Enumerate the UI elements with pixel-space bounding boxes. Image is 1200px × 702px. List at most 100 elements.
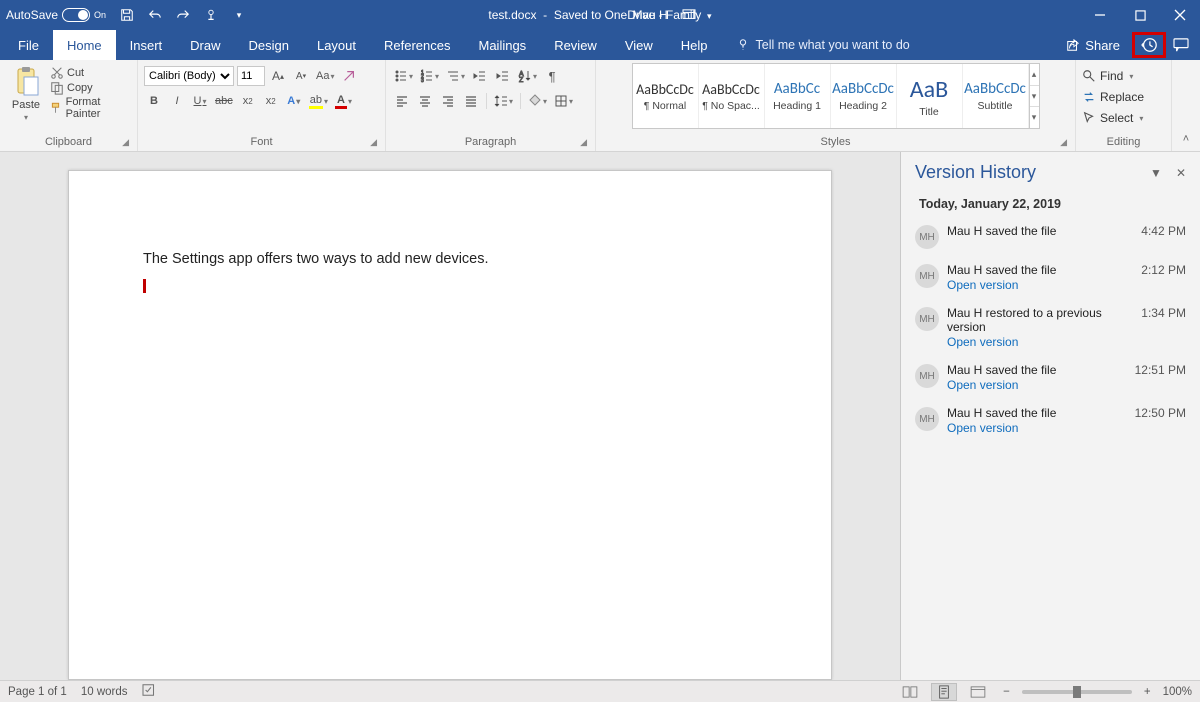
select-button[interactable]: Select▾ [1082, 108, 1144, 128]
redo-icon[interactable] [172, 4, 194, 26]
styles-scroll[interactable]: ▴▾▾ [1029, 64, 1039, 128]
highlight-color-icon[interactable]: ab [307, 91, 330, 111]
underline-button[interactable]: U [190, 91, 210, 111]
shading-icon[interactable] [526, 91, 549, 111]
bullets-icon[interactable] [392, 66, 415, 86]
comments-icon[interactable] [1170, 34, 1192, 56]
open-version-link[interactable]: Open version [947, 278, 1186, 292]
save-icon[interactable] [116, 4, 138, 26]
shrink-font-icon[interactable]: A▾ [291, 66, 311, 86]
tell-me-search[interactable]: Tell me what you want to do [722, 30, 924, 60]
style-no-spacing[interactable]: AaBbCcDc¶ No Spac... [699, 64, 765, 128]
borders-icon[interactable] [552, 91, 575, 111]
zoom-in-button[interactable]: + [1140, 686, 1155, 698]
font-color-icon[interactable]: A [333, 91, 354, 111]
touch-mode-icon[interactable] [200, 4, 222, 26]
paragraph-launcher-icon[interactable]: ◢ [580, 137, 587, 148]
style-normal[interactable]: AaBbCcDc¶ Normal [633, 64, 699, 128]
line-spacing-icon[interactable] [492, 91, 515, 111]
maximize-button[interactable] [1120, 0, 1160, 30]
autosave-toggle[interactable]: AutoSave On [6, 8, 106, 22]
tab-help[interactable]: Help [667, 30, 722, 60]
zoom-slider[interactable] [1022, 690, 1132, 694]
version-entry[interactable]: MHMau H saved the file12:51 PMOpen versi… [911, 356, 1190, 399]
strikethrough-button[interactable]: abc [213, 91, 235, 111]
style-title[interactable]: AaBTitle [897, 64, 963, 128]
autosave-pill[interactable] [62, 8, 90, 22]
italic-button[interactable]: I [167, 91, 187, 111]
styles-launcher-icon[interactable]: ◢ [1060, 137, 1067, 148]
tab-layout[interactable]: Layout [303, 30, 370, 60]
open-version-link[interactable]: Open version [947, 378, 1186, 392]
version-entry[interactable]: MHMau H saved the file2:12 PMOpen versio… [911, 256, 1190, 299]
style-heading-2[interactable]: AaBbCcDcHeading 2 [831, 64, 897, 128]
version-action: Mau H saved the file [947, 263, 1056, 277]
print-layout-icon[interactable] [931, 683, 957, 701]
font-launcher-icon[interactable]: ◢ [370, 137, 377, 148]
zoom-out-button[interactable]: − [999, 686, 1014, 698]
web-layout-icon[interactable] [965, 683, 991, 701]
status-page[interactable]: Page 1 of 1 [8, 686, 67, 698]
font-name-select[interactable]: Calibri (Body) [144, 66, 234, 86]
find-button[interactable]: Find▾ [1082, 66, 1144, 86]
align-left-icon[interactable] [392, 91, 412, 111]
copy-button[interactable]: Copy [50, 81, 131, 95]
version-entry[interactable]: MHMau H restored to a previous version1:… [911, 299, 1190, 356]
tab-design[interactable]: Design [235, 30, 303, 60]
qat-customize-icon[interactable]: ▾ [228, 4, 250, 26]
increase-indent-icon[interactable] [493, 66, 513, 86]
tab-mailings[interactable]: Mailings [465, 30, 541, 60]
numbering-icon[interactable]: 123 [418, 66, 441, 86]
subscript-button[interactable]: x2 [238, 91, 258, 111]
version-history-button[interactable] [1132, 32, 1166, 58]
grow-font-icon[interactable]: A▴ [268, 66, 288, 86]
paste-button[interactable]: Paste ▾ [6, 63, 46, 124]
tab-file[interactable]: File [4, 30, 53, 60]
open-version-link[interactable]: Open version [947, 335, 1186, 349]
tab-view[interactable]: View [611, 30, 667, 60]
text-effects-icon[interactable]: A [284, 91, 304, 111]
replace-button[interactable]: Replace [1082, 87, 1144, 107]
status-words[interactable]: 10 words [81, 686, 128, 698]
share-button[interactable]: Share [1058, 30, 1128, 60]
document-area[interactable]: The Settings app offers two ways to add … [0, 152, 900, 680]
open-version-link[interactable]: Open version [947, 421, 1186, 435]
tab-insert[interactable]: Insert [116, 30, 177, 60]
clear-formatting-icon[interactable] [339, 66, 359, 86]
collapse-ribbon-icon[interactable]: ˄ [1172, 60, 1200, 151]
undo-icon[interactable] [144, 4, 166, 26]
superscript-button[interactable]: x2 [261, 91, 281, 111]
version-action: Mau H restored to a previous version [947, 306, 1133, 334]
tab-review[interactable]: Review [540, 30, 611, 60]
version-entry[interactable]: MHMau H saved the file12:50 PMOpen versi… [911, 399, 1190, 442]
tab-references[interactable]: References [370, 30, 464, 60]
cut-button[interactable]: Cut [50, 66, 131, 80]
status-proofing-icon[interactable] [142, 683, 158, 700]
align-right-icon[interactable] [438, 91, 458, 111]
panel-options-icon[interactable]: ▼ [1150, 166, 1162, 180]
tab-home[interactable]: Home [53, 30, 116, 60]
change-case-icon[interactable]: Aa [314, 66, 336, 86]
show-marks-icon[interactable]: ¶ [542, 66, 562, 86]
tab-draw[interactable]: Draw [176, 30, 234, 60]
read-mode-icon[interactable] [897, 683, 923, 701]
multilevel-list-icon[interactable] [444, 66, 467, 86]
close-button[interactable] [1160, 0, 1200, 30]
group-paragraph: 123 AZ ¶ [386, 60, 596, 151]
font-size-input[interactable] [237, 66, 265, 86]
version-entry[interactable]: MHMau H saved the file4:42 PM [911, 217, 1190, 256]
styles-gallery[interactable]: AaBbCcDc¶ Normal AaBbCcDc¶ No Spac... Aa… [632, 63, 1040, 129]
minimize-button[interactable] [1080, 0, 1120, 30]
zoom-level[interactable]: 100% [1163, 686, 1192, 698]
bold-button[interactable]: B [144, 91, 164, 111]
format-painter-button[interactable]: Format Painter [50, 96, 131, 120]
document-page[interactable]: The Settings app offers two ways to add … [68, 170, 832, 680]
justify-icon[interactable] [461, 91, 481, 111]
decrease-indent-icon[interactable] [470, 66, 490, 86]
panel-close-icon[interactable]: ✕ [1176, 166, 1186, 180]
style-subtitle[interactable]: AaBbCcDcSubtitle [963, 64, 1029, 128]
style-heading-1[interactable]: AaBbCcHeading 1 [765, 64, 831, 128]
clipboard-launcher-icon[interactable]: ◢ [122, 137, 129, 148]
align-center-icon[interactable] [415, 91, 435, 111]
sort-icon[interactable]: AZ [516, 66, 539, 86]
